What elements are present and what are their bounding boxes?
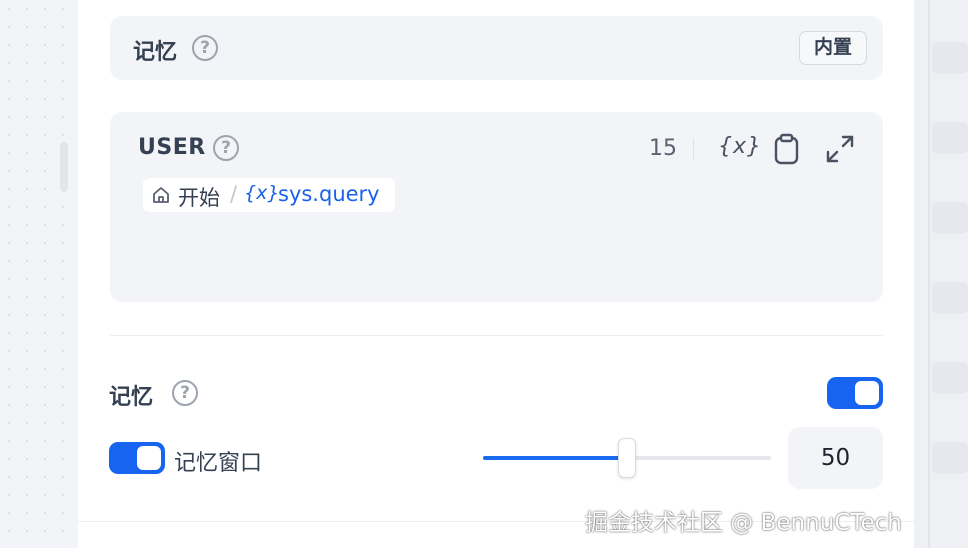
memory-window-label: 记忆窗口 bbox=[174, 451, 263, 476]
memory-section-label: 记忆 bbox=[133, 40, 178, 65]
builtin-badge: 内置 bbox=[799, 31, 867, 65]
variable-node-label: 开始 bbox=[178, 186, 220, 210]
question-circle-icon[interactable]: ? bbox=[213, 135, 239, 161]
memory-window-toggle[interactable] bbox=[109, 442, 165, 474]
side-list-item[interactable] bbox=[932, 362, 968, 394]
side-list-item[interactable] bbox=[932, 282, 968, 314]
memory-window-slider[interactable] bbox=[483, 438, 771, 478]
side-list-item[interactable] bbox=[932, 202, 968, 234]
side-list-item[interactable] bbox=[932, 42, 968, 74]
slider-fill bbox=[483, 456, 627, 460]
variable-braces-icon[interactable]: {x} bbox=[718, 134, 762, 159]
slider-thumb[interactable] bbox=[618, 438, 636, 478]
question-circle-icon[interactable]: ? bbox=[172, 380, 198, 406]
memory-builtin-card bbox=[110, 16, 883, 80]
toggle-knob bbox=[855, 381, 879, 405]
side-list-item[interactable] bbox=[932, 442, 968, 474]
panel-edge bbox=[928, 0, 930, 548]
path-separator: / bbox=[230, 182, 238, 206]
question-circle-icon[interactable]: ? bbox=[192, 35, 218, 61]
character-count: 15 bbox=[649, 136, 677, 161]
section-divider bbox=[110, 335, 883, 336]
toolbar-divider bbox=[693, 138, 694, 160]
memory-enabled-toggle[interactable] bbox=[827, 377, 883, 409]
panel-resize-handle[interactable] bbox=[60, 142, 68, 192]
watermark-text: 掘金技术社区 @ BennuCTech bbox=[585, 510, 902, 536]
clipboard-icon[interactable] bbox=[773, 133, 801, 169]
side-list-item[interactable] bbox=[932, 122, 968, 154]
memory-settings-label: 记忆 bbox=[109, 385, 154, 410]
toggle-knob bbox=[137, 446, 161, 470]
variable-braces-icon: {x} bbox=[244, 182, 280, 204]
memory-window-value-input[interactable]: 50 bbox=[788, 427, 883, 489]
home-icon bbox=[151, 185, 171, 209]
expand-arrows-icon[interactable] bbox=[825, 134, 855, 168]
variable-name: sys.query bbox=[278, 182, 380, 206]
user-role-label: USER bbox=[138, 135, 206, 160]
